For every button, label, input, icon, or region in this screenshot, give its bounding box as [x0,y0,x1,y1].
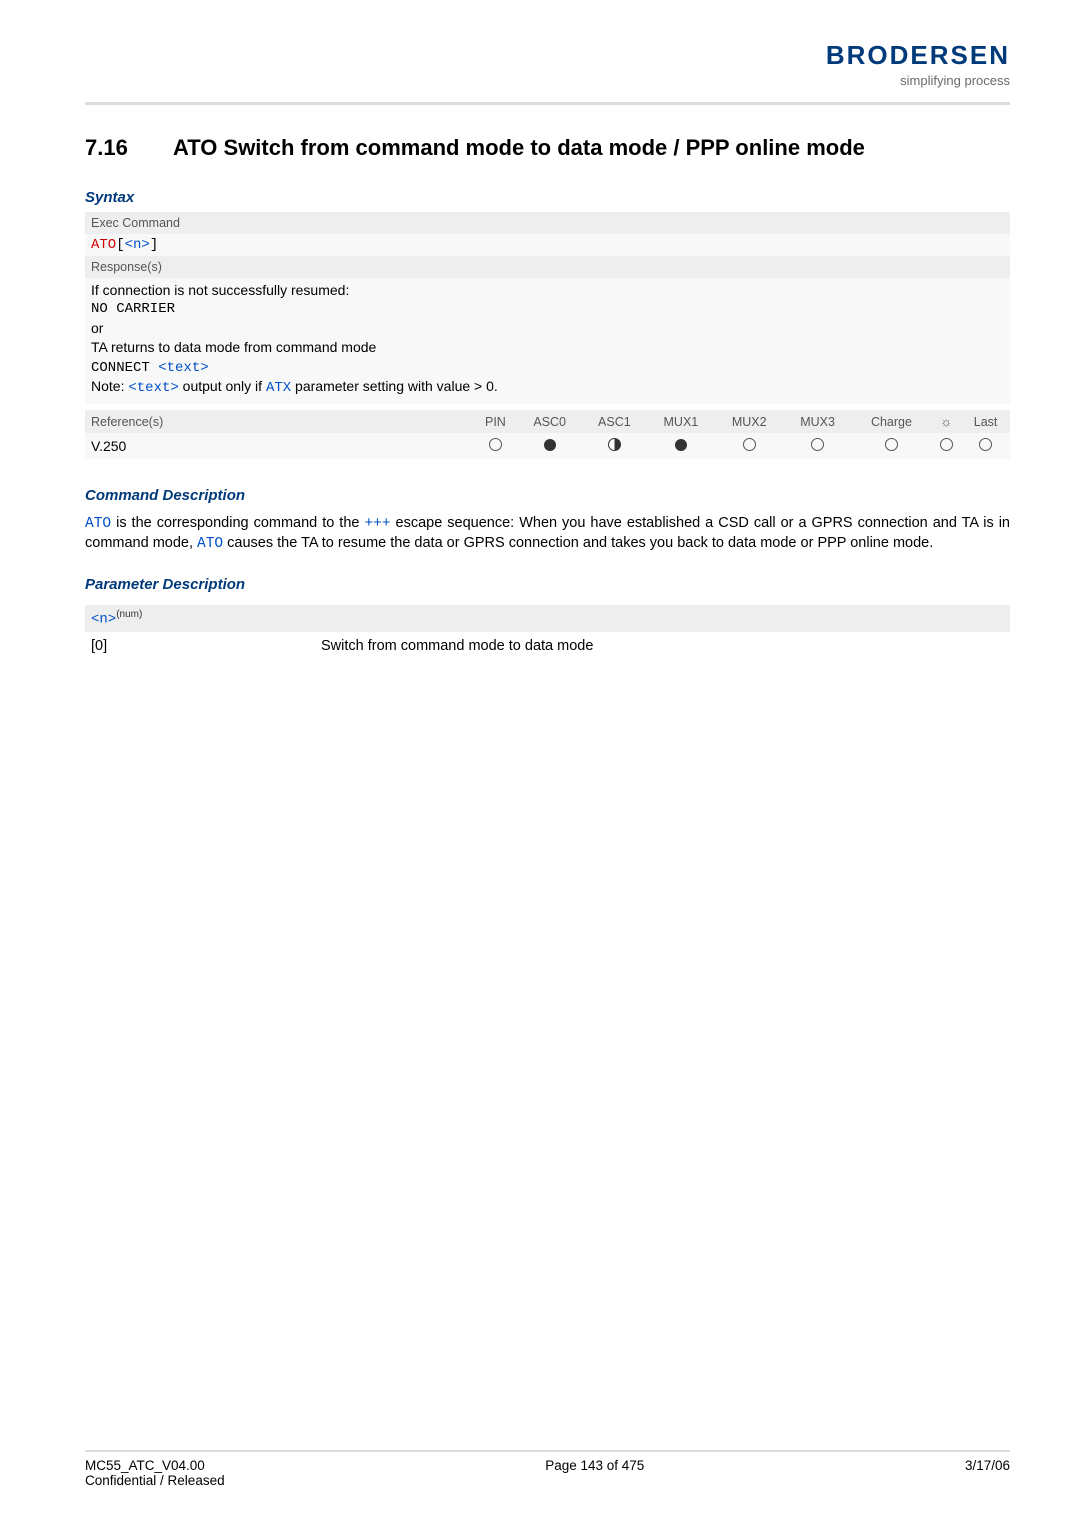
col-pin: PIN [474,410,518,433]
atx-link[interactable]: ATX [266,380,291,396]
circle-empty-icon [979,438,992,451]
footer-center: Page 143 of 475 [545,1458,644,1488]
brand-tagline: simplifying process [900,73,1010,88]
section-title-text: ATO Switch from command mode to data mod… [173,135,1010,161]
cmd-ato: ATO [91,237,116,253]
resp-line: TA returns to data mode from command mod… [91,338,1004,357]
resp-note: Note: <text> output only if ATX paramete… [91,377,1004,398]
param-n-link[interactable]: <n> [91,612,116,628]
param-value: Switch from command mode to data mode [321,638,593,654]
exec-command-value: ATO[<n>] [85,234,1010,256]
syntax-heading: Syntax [85,189,1010,206]
param-key: [0] [91,638,321,654]
col-mux1: MUX1 [647,410,715,433]
param-row: [0] Switch from command mode to data mod… [85,632,1010,654]
circle-empty-icon [940,438,953,451]
table-row: V.250 [85,433,1010,459]
circle-empty-icon [885,438,898,451]
circle-full-icon [675,439,687,451]
exec-command-label: Exec Command [85,212,1010,234]
cell-mux3 [783,433,851,459]
resp-line: or [91,319,1004,338]
note-part: Note: [91,378,128,394]
desc-text: is the corresponding command to the [111,515,364,531]
command-desc-heading: Command Description [85,487,1010,504]
doc-version: MC55_ATC_V04.00 [85,1458,225,1473]
cell-asc1 [582,433,647,459]
footer-left: MC55_ATC_V04.00 Confidential / Released [85,1458,225,1488]
col-last: Last [961,410,1010,433]
desc-text: causes the TA to resume the data or GPRS… [223,535,933,551]
param-desc-heading: Parameter Description [85,576,1010,593]
section-heading: 7.16 ATO Switch from command mode to dat… [85,135,1010,161]
page-header: BRODERSEN simplifying process [85,40,1010,96]
ref-value: V.250 [85,433,474,459]
responses-body: If connection is not successfully resume… [85,278,1010,404]
connect-param[interactable]: <text> [158,360,208,376]
col-asc0: ASC0 [517,410,582,433]
circle-half-icon [608,438,621,451]
col-mux2: MUX2 [715,410,783,433]
footer-divider [85,1450,1010,1452]
cell-last [961,433,1010,459]
alarm-icon: ☼ [940,414,952,429]
resp-no-carrier: NO CARRIER [91,300,1004,319]
cell-pin [474,433,518,459]
ato-link[interactable]: ATO [197,536,223,552]
page-footer: MC55_ATC_V04.00 Confidential / Released … [85,1450,1010,1528]
brand-logo: BRODERSEN [826,40,1010,71]
ato-link[interactable]: ATO [85,516,111,532]
cell-alarm [931,433,961,459]
responses-label: Response(s) [85,256,1010,278]
command-desc-body: ATO is the corresponding command to the … [85,514,1010,554]
doc-status: Confidential / Released [85,1473,225,1488]
connect-text: CONNECT [91,360,158,376]
col-mux3: MUX3 [783,410,851,433]
param-box: <n>(num) [0] Switch from command mode to… [85,605,1010,654]
section-number: 7.16 [85,135,173,161]
note-part: parameter setting with value > 0. [291,378,498,394]
cell-mux1 [647,433,715,459]
escape-seq-link[interactable]: +++ [364,516,390,532]
col-charge: Charge [852,410,931,433]
divider [85,102,1010,105]
footer-right: 3/17/06 [965,1458,1010,1488]
cell-charge [852,433,931,459]
col-ref: Reference(s) [85,410,474,433]
cell-mux2 [715,433,783,459]
circle-empty-icon [489,438,502,451]
reference-table: Reference(s) PIN ASC0 ASC1 MUX1 MUX2 MUX… [85,410,1010,459]
param-sup: (num) [116,609,142,620]
cmd-param-n[interactable]: <n> [125,237,150,253]
circle-empty-icon [811,438,824,451]
resp-line: If connection is not successfully resume… [91,281,1004,300]
note-part: output only if [179,378,266,394]
resp-connect: CONNECT <text> [91,357,1004,378]
circle-empty-icon [743,438,756,451]
circle-full-icon [544,439,556,451]
col-asc1: ASC1 [582,410,647,433]
table-header-row: Reference(s) PIN ASC0 ASC1 MUX1 MUX2 MUX… [85,410,1010,433]
bracket-open: [ [116,237,124,253]
param-name: <n>(num) [85,605,1010,632]
col-alarm: ☼ [931,410,961,433]
bracket-close: ] [150,237,158,253]
cell-asc0 [517,433,582,459]
note-text-param[interactable]: <text> [128,380,178,396]
